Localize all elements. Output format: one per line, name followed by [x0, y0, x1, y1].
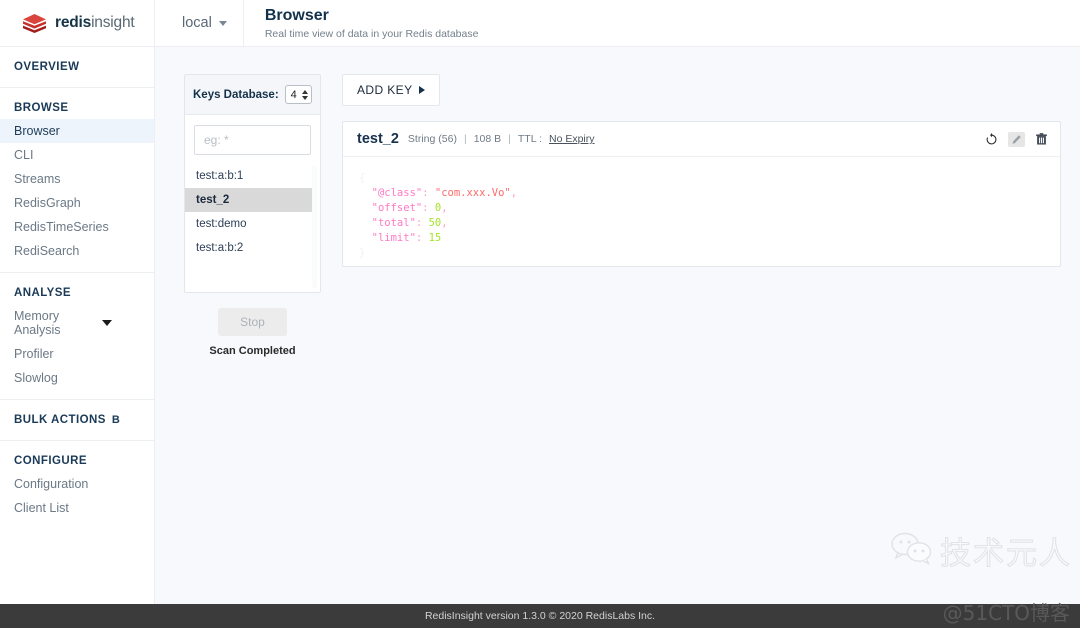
key-size: 108 B [474, 133, 501, 145]
brand-text-light: insight [91, 14, 134, 31]
refresh-icon[interactable] [985, 133, 998, 146]
redisinsight-app: redisinsight local Browser Real time vie… [0, 0, 1080, 628]
sidebar-item-label: Streams [14, 172, 61, 186]
meta-separator-2: | [508, 133, 511, 145]
chevron-down-icon [219, 21, 227, 26]
key-ttl-label: TTL : [518, 133, 542, 145]
key-value-viewer[interactable]: { "@class": "com.xxx.Vo", "offset": 0, "… [343, 157, 1060, 266]
beta-badge: β [112, 414, 120, 426]
top-bar: redisinsight local Browser Real time vie… [0, 0, 1080, 47]
key-meta: String (56) | 108 B | TTL : No Expiry [408, 133, 595, 145]
sidebar-heading-label: BULK ACTIONS [14, 414, 106, 426]
sidebar-item-label: CLI [14, 148, 33, 162]
sidebar-heading-configure: CONFIGURE [0, 451, 154, 472]
redis-logo-icon [22, 13, 47, 34]
sidebar-item-streams[interactable]: Streams [0, 167, 154, 191]
sidebar-heading-analyse: ANALYSE [0, 283, 154, 304]
sidebar-item-label: Profiler [14, 347, 54, 361]
sidebar-group-browse: BROWSE Browser CLI Streams RedisGraph RedisTi… [0, 88, 154, 273]
sidebar-heading-label: CONFIGURE [14, 455, 87, 467]
keys-list-scrollbar[interactable] [312, 166, 317, 288]
sidebar-item-redisearch[interactable]: RediSearch [0, 239, 154, 263]
sidebar-item-client-list[interactable]: Client List [0, 496, 154, 520]
brand-text: redisinsight [55, 14, 134, 32]
add-key-button[interactable]: ADD KEY [342, 74, 440, 106]
sidebar-item-slowlog[interactable]: Slowlog [0, 366, 154, 390]
key-card-header: test_2 String (56) | 108 B | TTL : No Ex… [343, 122, 1060, 157]
footer: RedisInsight version 1.3.0 © 2020 RedisL… [0, 604, 1080, 628]
brand-logo[interactable]: redisinsight [0, 0, 155, 46]
sidebar-item-redisgraph[interactable]: RedisGraph [0, 191, 154, 215]
keys-database-value: 4 [291, 89, 297, 101]
sidebar-item-label: Slowlog [14, 371, 58, 385]
sidebar-item-browser[interactable]: Browser [0, 119, 154, 143]
stepper-down-icon[interactable] [302, 96, 308, 100]
sidebar-item-memory-analysis[interactable]: Memory Analysis [0, 304, 154, 342]
delete-icon[interactable] [1035, 132, 1048, 146]
sidebar-heading-bulk-actions: BULK ACTIONS β [0, 410, 154, 431]
connection-selector[interactable]: local [155, 0, 244, 46]
sidebar-item-label: RedisGraph [14, 196, 81, 210]
keys-database-stepper[interactable]: 4 [285, 85, 312, 104]
main-content: Keys Database: 4 [155, 47, 1080, 604]
key-card: test_2 String (56) | 108 B | TTL : No Ex… [342, 121, 1061, 267]
stepper-arrows[interactable] [300, 90, 308, 100]
key-type: String (56) [408, 133, 457, 145]
key-ttl-value[interactable]: No Expiry [549, 133, 595, 145]
key-list-item[interactable]: test:a:b:2 [185, 236, 312, 260]
scan-area: Stop Scan Completed [184, 308, 321, 357]
stop-scan-button[interactable]: Stop [218, 308, 287, 336]
add-key-label: ADD KEY [357, 83, 412, 97]
key-list-item[interactable]: test:a:b:1 [185, 164, 312, 188]
key-list-item[interactable]: test_2 [185, 188, 312, 212]
edit-icon[interactable] [1008, 132, 1025, 147]
sidebar-group-analyse: ANALYSE Memory Analysis Profiler Slowlog [0, 273, 154, 400]
page-title: Browser [265, 6, 479, 26]
key-actions [985, 132, 1048, 147]
connection-name: local [182, 15, 212, 31]
page-header: Browser Real time view of data in your R… [244, 0, 479, 46]
sidebar-item-label: Client List [14, 501, 69, 515]
sidebar-item-label: Browser [14, 124, 60, 138]
brand-text-bold: redis [55, 14, 91, 31]
triangle-right-icon [419, 86, 425, 94]
sidebar-heading-browse: BROWSE [0, 98, 154, 119]
sidebar-heading-label: OVERVIEW [14, 61, 79, 73]
sidebar-item-redistimeseries[interactable]: RedisTimeSeries [0, 215, 154, 239]
key-details-panel: ADD KEY test_2 String (56) | 108 B | TTL… [342, 74, 1061, 604]
sidebar-item-configuration[interactable]: Configuration [0, 472, 154, 496]
keys-panel: Keys Database: 4 [184, 74, 321, 604]
keys-card: Keys Database: 4 [184, 74, 321, 293]
stepper-up-icon[interactable] [302, 90, 308, 94]
sidebar-item-label: Memory Analysis [14, 309, 102, 337]
sidebar-group-configure: CONFIGURE Configuration Client List [0, 441, 154, 529]
sidebar-item-label: RedisTimeSeries [14, 220, 109, 234]
footer-text: RedisInsight version 1.3.0 © 2020 RedisL… [425, 610, 655, 622]
sidebar-item-profiler[interactable]: Profiler [0, 342, 154, 366]
sidebar-group-bulk-actions: BULK ACTIONS β [0, 400, 154, 441]
scan-status: Scan Completed [184, 345, 321, 357]
sidebar-group-overview: OVERVIEW [0, 47, 154, 88]
sidebar-item-cli[interactable]: CLI [0, 143, 154, 167]
keys-search-input[interactable] [194, 125, 311, 155]
body-wrapper: OVERVIEW BROWSE Browser CLI Streams RedisGrap… [0, 47, 1080, 604]
page-subtitle: Real time view of data in your Redis dat… [265, 28, 479, 40]
keys-search-wrapper [185, 115, 320, 162]
meta-separator-1: | [464, 133, 467, 145]
chevron-down-icon[interactable] [102, 320, 112, 326]
sidebar-item-label: Configuration [14, 477, 88, 491]
key-name: test_2 [357, 131, 399, 147]
sidebar: OVERVIEW BROWSE Browser CLI Streams RedisGrap… [0, 47, 155, 604]
sidebar-heading-label: ANALYSE [14, 287, 71, 299]
keys-database-label: Keys Database: [193, 89, 279, 101]
sidebar-item-label: RediSearch [14, 244, 79, 258]
keys-database-bar: Keys Database: 4 [185, 75, 320, 115]
keys-list[interactable]: test:a:b:1test_2test:demotest:a:b:2 [185, 162, 320, 292]
sidebar-heading-overview: OVERVIEW [0, 57, 154, 78]
key-list-item[interactable]: test:demo [185, 212, 312, 236]
sidebar-heading-label: BROWSE [14, 102, 68, 114]
